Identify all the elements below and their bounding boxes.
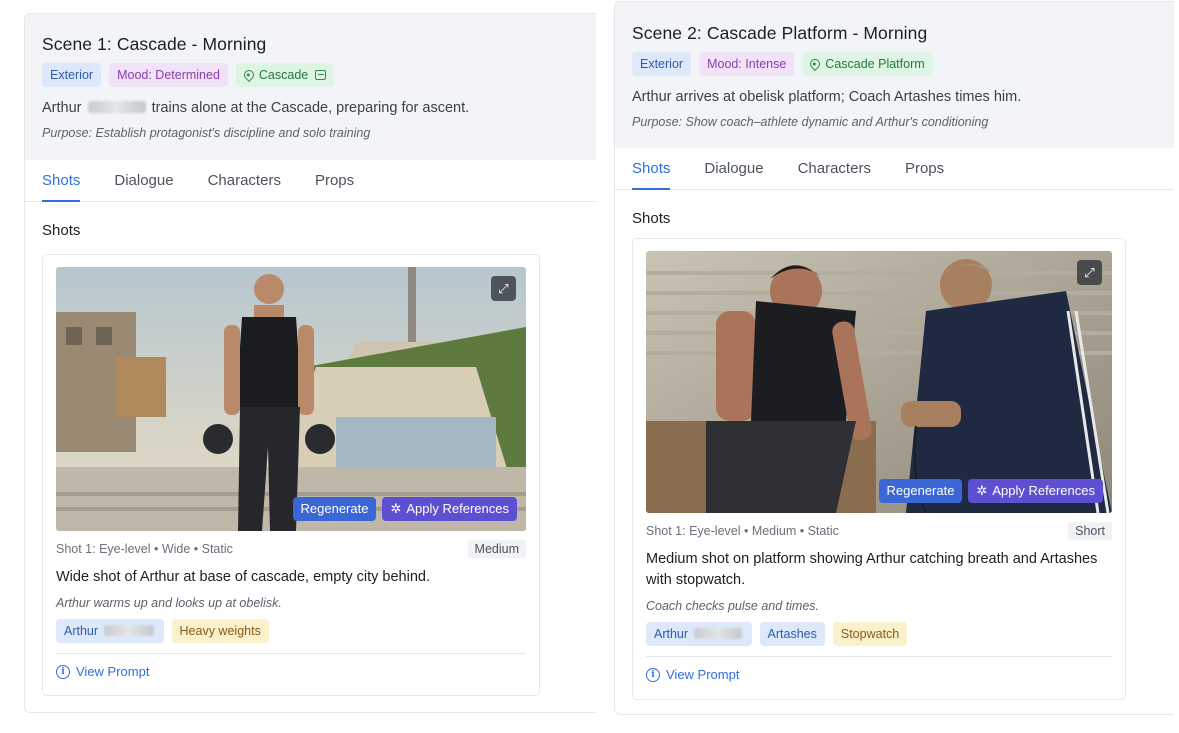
image-icon[interactable] xyxy=(315,70,327,80)
scene-header: Scene 2: Cascade Platform - Morning Exte… xyxy=(615,2,1174,148)
tab-characters[interactable]: Characters xyxy=(208,160,281,201)
character-chip-label: Arthur xyxy=(64,624,99,638)
scene-description-suffix: trains alone at the Cascade, preparing f… xyxy=(151,100,470,116)
image-actions: Regenerate ✲ Apply References xyxy=(292,497,517,521)
apply-references-label: Apply References xyxy=(406,501,509,516)
regenerate-button[interactable]: Regenerate xyxy=(292,497,377,521)
location-tag[interactable]: Cascade Platform xyxy=(802,52,933,76)
setting-tag: Exterior xyxy=(42,63,102,87)
scene-title: Scene 1: Cascade - Morning xyxy=(42,34,267,54)
scene-tags: Exterior Mood: Intense Cascade Platform xyxy=(632,52,1157,76)
scene-purpose: Purpose: Show coach–athlete dynamic and … xyxy=(632,115,989,129)
shot-note: Arthur warms up and looks up at obelisk. xyxy=(56,596,282,610)
shot-note: Coach checks pulse and times. xyxy=(646,599,820,613)
character-chip-arthur[interactable]: Arthur xyxy=(646,622,752,646)
shot-tags: Arthur Heavy weights xyxy=(56,619,526,654)
scene-description: Arthur trains alone at the Cascade, prep… xyxy=(42,100,579,116)
setting-tag: Exterior xyxy=(632,52,692,76)
scene-description: Arthur arrives at obelisk platform; Coac… xyxy=(632,89,1022,105)
view-prompt-link[interactable]: i View Prompt xyxy=(646,667,739,682)
image-actions: Regenerate ✲ Apply References xyxy=(878,479,1103,503)
scene-card-2: Scene 2: Cascade Platform - Morning Exte… xyxy=(614,1,1174,715)
section-title: Shots xyxy=(632,210,671,227)
scene-title: Scene 2: Cascade Platform - Morning xyxy=(632,23,928,43)
apply-references-button[interactable]: ✲ Apply References xyxy=(968,479,1103,503)
apply-references-button[interactable]: ✲ Apply References xyxy=(382,497,517,521)
tab-dialogue[interactable]: Dialogue xyxy=(114,160,173,201)
tab-shots[interactable]: Shots xyxy=(42,160,81,202)
expand-icon[interactable]: ⤢ xyxy=(491,276,516,301)
tab-dialogue[interactable]: Dialogue xyxy=(704,148,763,189)
redacted-name xyxy=(87,101,146,113)
tab-characters[interactable]: Characters xyxy=(798,148,871,189)
scene-description-prefix: Arthur xyxy=(42,100,82,116)
shot-image[interactable]: ⤢ Regenerate ✲ Apply References xyxy=(646,251,1112,513)
scene-tabs: Shots Dialogue Characters Props xyxy=(25,160,596,202)
character-chip-artashes[interactable]: Artashes xyxy=(759,622,825,646)
regenerate-button[interactable]: Regenerate xyxy=(878,479,963,503)
shot-image-illustration xyxy=(56,267,526,531)
prop-chip-heavy-weights[interactable]: Heavy weights xyxy=(171,619,269,643)
shot-meta-text: Shot 1: Eye-level • Medium • Static xyxy=(646,524,839,538)
shot-tags: Arthur Artashes Stopwatch xyxy=(646,622,1112,657)
shot-image-illustration xyxy=(646,251,1112,513)
shot-size-badge: Medium xyxy=(467,540,526,558)
shot-size-badge: Short xyxy=(1068,522,1112,540)
map-pin-icon xyxy=(808,56,823,72)
mood-tag: Mood: Determined xyxy=(109,63,228,87)
shot-description: Medium shot on platform showing Arthur c… xyxy=(646,551,1098,588)
sparkle-icon: ✲ xyxy=(390,501,402,516)
scene-tabs: Shots Dialogue Characters Props xyxy=(615,148,1174,190)
info-icon: i xyxy=(56,664,70,679)
scene-purpose: Purpose: Establish protagonist's discipl… xyxy=(42,126,371,140)
location-tag-label: Cascade Platform xyxy=(825,57,925,71)
shot-description: Wide shot of Arthur at base of cascade, … xyxy=(56,569,430,585)
redacted-name xyxy=(103,625,154,636)
tab-shots[interactable]: Shots xyxy=(632,148,671,190)
scene-tags: Exterior Mood: Determined Cascade xyxy=(42,63,579,87)
section-title: Shots xyxy=(42,222,81,239)
scene-card-1: Scene 1: Cascade - Morning Exterior Mood… xyxy=(24,13,596,713)
prop-chip-stopwatch[interactable]: Stopwatch xyxy=(832,622,908,646)
scene-header: Scene 1: Cascade - Morning Exterior Mood… xyxy=(25,14,596,160)
character-chip-label: Arthur xyxy=(654,627,689,641)
mood-tag: Mood: Intense xyxy=(699,52,795,76)
tab-props[interactable]: Props xyxy=(315,160,354,201)
redacted-name xyxy=(693,628,742,639)
shot-card: ⤢ Regenerate ✲ Apply References Shot 1: … xyxy=(632,238,1126,700)
tab-props[interactable]: Props xyxy=(905,148,944,189)
shot-meta: Shot 1: Eye-level • Medium • Static Shor… xyxy=(646,522,1112,540)
view-prompt-label: View Prompt xyxy=(76,664,150,679)
shot-meta: Shot 1: Eye-level • Wide • Static Medium xyxy=(56,540,526,558)
sparkle-icon: ✲ xyxy=(976,483,988,498)
expand-icon[interactable]: ⤢ xyxy=(1077,260,1102,285)
apply-references-label: Apply References xyxy=(992,483,1095,498)
location-tag-label: Cascade xyxy=(258,68,309,82)
info-icon: i xyxy=(646,667,660,682)
location-tag[interactable]: Cascade xyxy=(235,63,335,87)
character-chip-arthur[interactable]: Arthur xyxy=(56,619,164,643)
view-prompt-link[interactable]: i View Prompt xyxy=(56,664,149,679)
view-prompt-label: View Prompt xyxy=(666,667,740,682)
map-pin-icon xyxy=(241,67,256,83)
shot-image[interactable]: ⤢ Regenerate ✲ Apply References xyxy=(56,267,526,531)
shot-card: ⤢ Regenerate ✲ Apply References Shot 1: … xyxy=(42,254,540,696)
shot-meta-text: Shot 1: Eye-level • Wide • Static xyxy=(56,542,233,556)
